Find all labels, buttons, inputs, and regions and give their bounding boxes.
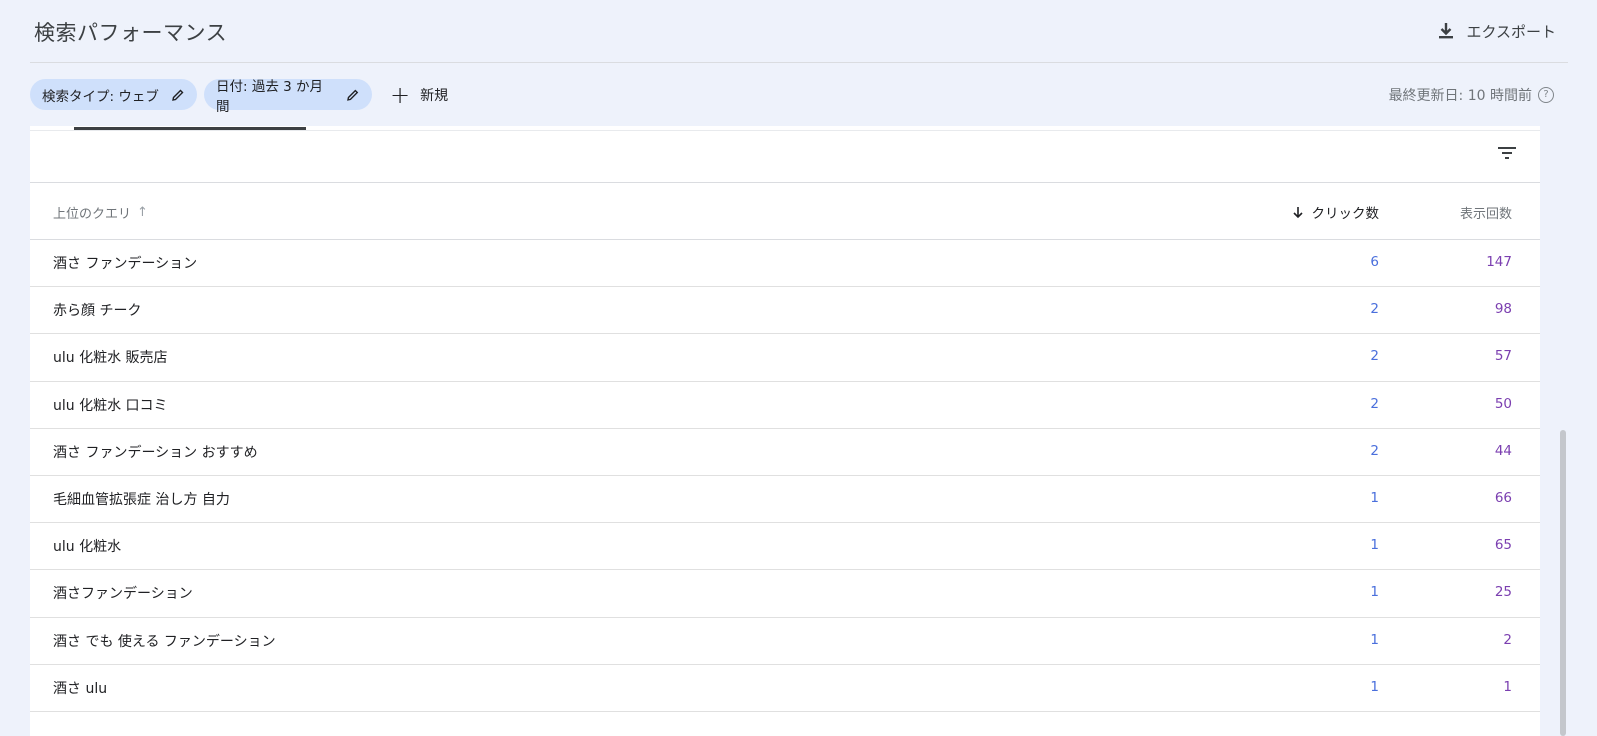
impressions-cell: 1: [1503, 678, 1512, 695]
column-header-impressions[interactable]: 表示回数: [1460, 203, 1512, 222]
impressions-cell: 147: [1486, 254, 1512, 270]
export-label: エクスポート: [1466, 22, 1556, 41]
clicks-cell: 1: [1370, 631, 1379, 648]
table-row[interactable]: 酒さ ファンデーション おすすめ 2 44: [30, 429, 1540, 476]
column-header-query[interactable]: 上位のクエリ ↑: [53, 203, 148, 222]
page-title: 検索パフォーマンス: [34, 21, 228, 45]
queries-table-card: 上位のクエリ ↑ クリック数 表示回数 酒さ ファンデーション 6 147 赤ら…: [30, 126, 1540, 736]
last-updated-text: 最終更新日: 10 時間前: [1388, 88, 1532, 104]
impressions-cell: 65: [1494, 537, 1512, 554]
query-cell: ulu 化粧水 口コミ: [53, 397, 168, 414]
clicks-cell: 2: [1370, 301, 1379, 318]
table-row[interactable]: ulu 化粧水 販売店 2 57: [30, 334, 1540, 382]
clicks-cell: 1: [1370, 584, 1379, 601]
table-row[interactable]: 酒さ ulu 1 1: [30, 665, 1540, 712]
column-header-clicks-label: クリック数: [1311, 206, 1380, 222]
plus-icon: +: [390, 81, 411, 109]
query-cell: ulu 化粧水: [53, 539, 122, 556]
query-cell: ulu 化粧水 販売店: [53, 350, 168, 367]
date-chip-label: 日付: 過去 3 か月間: [216, 78, 324, 115]
impressions-cell: 57: [1494, 348, 1512, 365]
pencil-icon: [347, 89, 359, 101]
impressions-cell: 50: [1494, 395, 1512, 412]
add-filter-label: 新規: [420, 88, 449, 104]
clicks-cell: 6: [1370, 254, 1379, 270]
clicks-cell: 2: [1370, 395, 1379, 412]
query-cell: 酒さ でも 使える ファンデーション: [53, 633, 276, 650]
page-scrollbar[interactable]: [1560, 430, 1566, 736]
add-filter-button[interactable]: + 新規: [390, 83, 448, 107]
query-cell: 酒さ ulu: [53, 680, 108, 697]
arrow-down-icon: [1292, 206, 1303, 218]
impressions-cell: 2: [1503, 631, 1512, 648]
table-row[interactable]: ulu 化粧水 口コミ 2 50: [30, 382, 1540, 429]
clicks-cell: 1: [1370, 489, 1379, 506]
clicks-cell: 1: [1370, 537, 1379, 554]
pencil-icon: [171, 89, 184, 101]
impressions-cell: 66: [1494, 489, 1512, 506]
table-header: 上位のクエリ ↑ クリック数 表示回数: [30, 183, 1540, 240]
help-icon[interactable]: ?: [1538, 87, 1554, 103]
impressions-cell: 25: [1494, 584, 1512, 601]
query-cell: 酒さ ファンデーション おすすめ: [53, 444, 258, 461]
query-cell: 酒さ ファンデーション: [53, 256, 198, 272]
clicks-cell: 2: [1370, 442, 1379, 459]
column-header-query-label: 上位のクエリ: [53, 207, 132, 222]
export-button[interactable]: エクスポート: [1436, 19, 1556, 43]
table-row[interactable]: 酒さ でも 使える ファンデーション 1 2: [30, 618, 1540, 665]
table-row[interactable]: 毛細血管拡張症 治し方 自力 1 66: [30, 476, 1540, 524]
impressions-cell: 44: [1494, 442, 1512, 459]
download-icon: [1439, 23, 1454, 39]
date-chip[interactable]: 日付: 過去 3 か月間: [204, 79, 372, 115]
search-type-chip-label: 検索タイプ: ウェブ: [42, 88, 159, 105]
search-type-chip[interactable]: 検索タイプ: ウェブ: [30, 79, 197, 110]
table-row[interactable]: 酒さファンデーション 1 25: [30, 570, 1540, 618]
column-header-clicks[interactable]: クリック数: [1292, 202, 1380, 222]
impressions-cell: 98: [1494, 301, 1512, 318]
clicks-cell: 2: [1370, 348, 1379, 365]
table-row[interactable]: ulu 化粧水 1 65: [30, 523, 1540, 571]
arrow-up-icon: ↑: [137, 205, 148, 220]
query-cell: 毛細血管拡張症 治し方 自力: [53, 491, 230, 508]
query-cell: 赤ら顔 チーク: [53, 303, 142, 320]
table-body: 酒さ ファンデーション 6 147 赤ら顔 チーク 2 98 ulu 化粧水 販…: [30, 240, 1540, 712]
filter-bar: 検索タイプ: ウェブ 日付: 過去 3 か月間 + 新規 最終更新日: 10 時…: [30, 79, 1568, 115]
table-row[interactable]: 赤ら顔 チーク 2 98: [30, 287, 1540, 335]
filter-list-icon[interactable]: [1496, 144, 1518, 162]
clicks-cell: 1: [1370, 678, 1379, 695]
divider: [30, 130, 1540, 131]
last-updated: 最終更新日: 10 時間前 ?: [1389, 85, 1554, 105]
page-header: 検索パフォーマンス エクスポート: [30, 0, 1568, 63]
query-cell: 酒さファンデーション: [53, 586, 193, 603]
table-row[interactable]: 酒さ ファンデーション 6 147: [30, 240, 1540, 288]
